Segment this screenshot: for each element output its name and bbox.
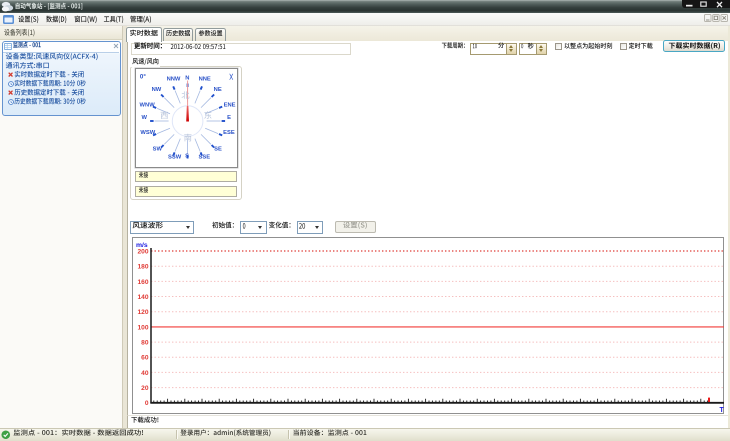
svg-text:NW: NW xyxy=(152,87,162,93)
svg-text:20: 20 xyxy=(141,385,149,392)
svg-text:W: W xyxy=(142,115,148,121)
svg-text:200: 200 xyxy=(137,248,148,255)
svg-text:NNW: NNW xyxy=(167,77,181,83)
svg-text:160: 160 xyxy=(137,278,148,285)
svg-text:S: S xyxy=(185,154,189,160)
svg-text:80: 80 xyxy=(141,339,149,346)
svg-text:╳: ╳ xyxy=(229,73,234,80)
svg-text:ENE: ENE xyxy=(224,103,236,109)
svg-text:SSW: SSW xyxy=(168,155,182,161)
svg-text:SSE: SSE xyxy=(198,155,210,161)
svg-text:0°: 0° xyxy=(140,73,146,80)
svg-text:120: 120 xyxy=(137,309,148,316)
svg-text:40: 40 xyxy=(141,369,149,376)
svg-text:180: 180 xyxy=(137,263,148,270)
svg-text:100: 100 xyxy=(137,324,148,331)
svg-text:WNW: WNW xyxy=(140,103,156,109)
svg-text:WSW: WSW xyxy=(140,130,155,136)
svg-text:SW: SW xyxy=(153,147,163,153)
svg-text:T: T xyxy=(719,406,724,413)
svg-text:0: 0 xyxy=(144,400,148,407)
svg-text:140: 140 xyxy=(137,293,148,300)
svg-text:SE: SE xyxy=(214,147,222,153)
svg-text:ESE: ESE xyxy=(223,130,235,136)
svg-text:NNE: NNE xyxy=(199,77,211,83)
svg-text:m/s: m/s xyxy=(136,242,148,249)
svg-text:60: 60 xyxy=(141,354,149,361)
svg-text:NE: NE xyxy=(214,87,222,93)
svg-text:E: E xyxy=(227,115,231,121)
